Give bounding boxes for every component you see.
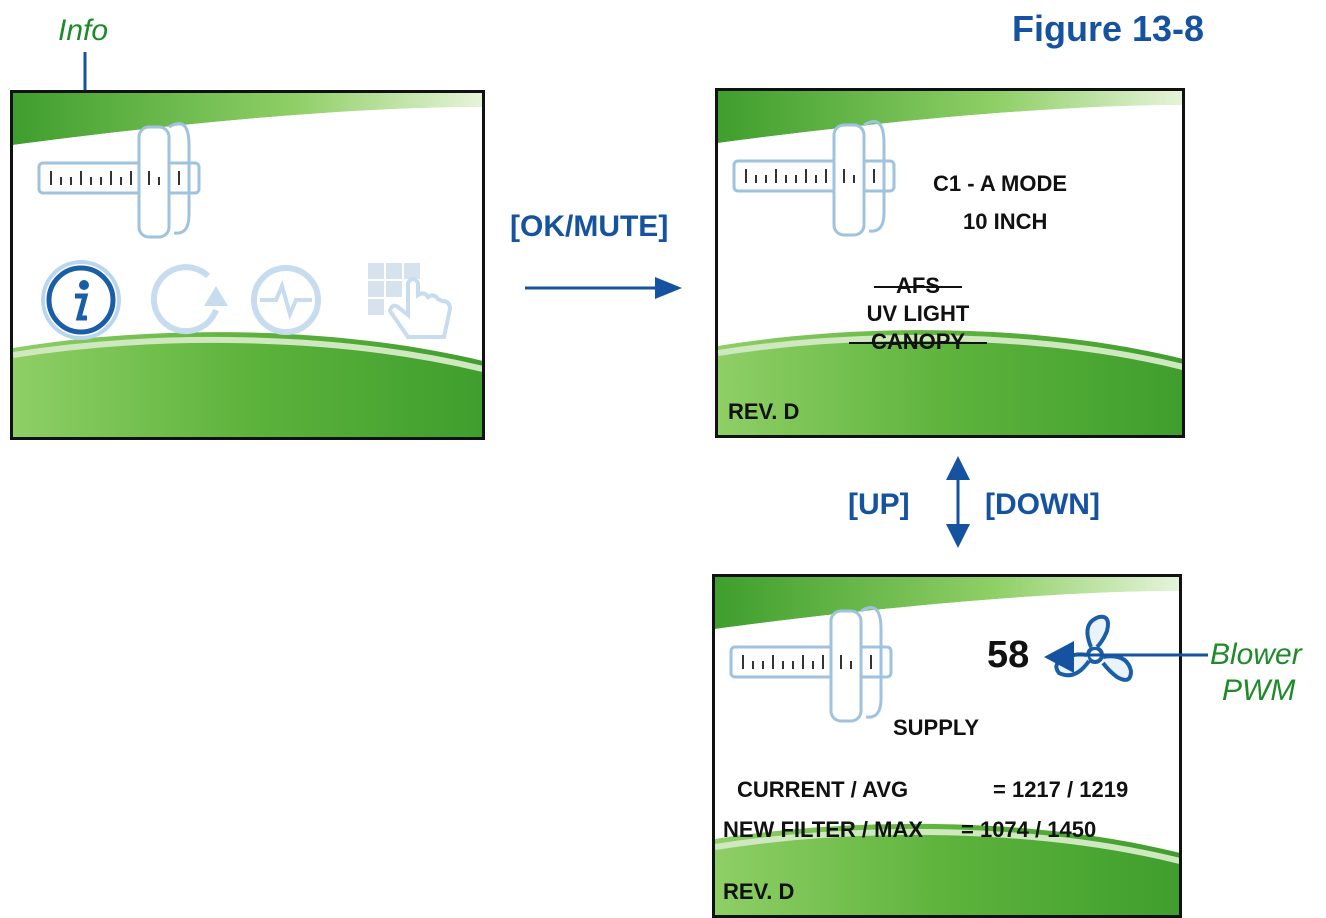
touch-grid-icon	[368, 263, 453, 339]
down-label: [DOWN]	[985, 488, 1100, 521]
current-avg-value: = 1217 / 1219	[993, 777, 1129, 802]
supply-title: SUPPLY	[893, 715, 980, 740]
info-icon	[41, 260, 121, 340]
refresh-icon	[150, 264, 228, 335]
option-canopy: CANOPY	[718, 329, 1118, 355]
up-label: [UP]	[848, 488, 910, 521]
blower-callout-line1: Blower	[1210, 638, 1302, 671]
current-avg-label: CURRENT / AVG	[737, 777, 909, 802]
option-canopy-label: CANOPY	[848, 329, 988, 354]
size-text: 10 INCH	[963, 209, 1048, 234]
option-afs-label: AFS	[874, 273, 962, 298]
info-callout: Info	[58, 14, 109, 47]
pwm-value: 58	[987, 634, 1030, 676]
up-down-arrow	[946, 456, 970, 548]
revision-text: REV. D	[723, 879, 795, 904]
revision-text: REV. D	[728, 399, 800, 424]
supply-screen: 58 SUPPLY CURRENT / AVG = 1217 / 1219 NE…	[712, 574, 1182, 918]
option-uv-light: UV LIGHT	[866, 301, 970, 326]
option-afs: AFS	[718, 273, 1118, 299]
figure-label: Figure 13-8	[1012, 8, 1205, 49]
new-filter-label: NEW FILTER / MAX	[723, 817, 924, 842]
screen-background	[715, 577, 1179, 915]
menu-screen	[10, 90, 485, 440]
heartbeat-icon	[251, 265, 321, 335]
info-screen: C1 - A MODE 10 INCH AFS UV LIGHT CANOPY …	[715, 88, 1185, 438]
mode-text: C1 - A MODE	[933, 171, 1068, 196]
screen-background	[718, 91, 1182, 435]
new-filter-value: = 1074 / 1450	[961, 817, 1097, 842]
ok-mute-label: [OK/MUTE]	[510, 210, 669, 243]
ok-mute-arrow	[525, 277, 682, 299]
screen-background	[13, 93, 482, 437]
blower-callout-line2: PWM	[1222, 674, 1296, 707]
